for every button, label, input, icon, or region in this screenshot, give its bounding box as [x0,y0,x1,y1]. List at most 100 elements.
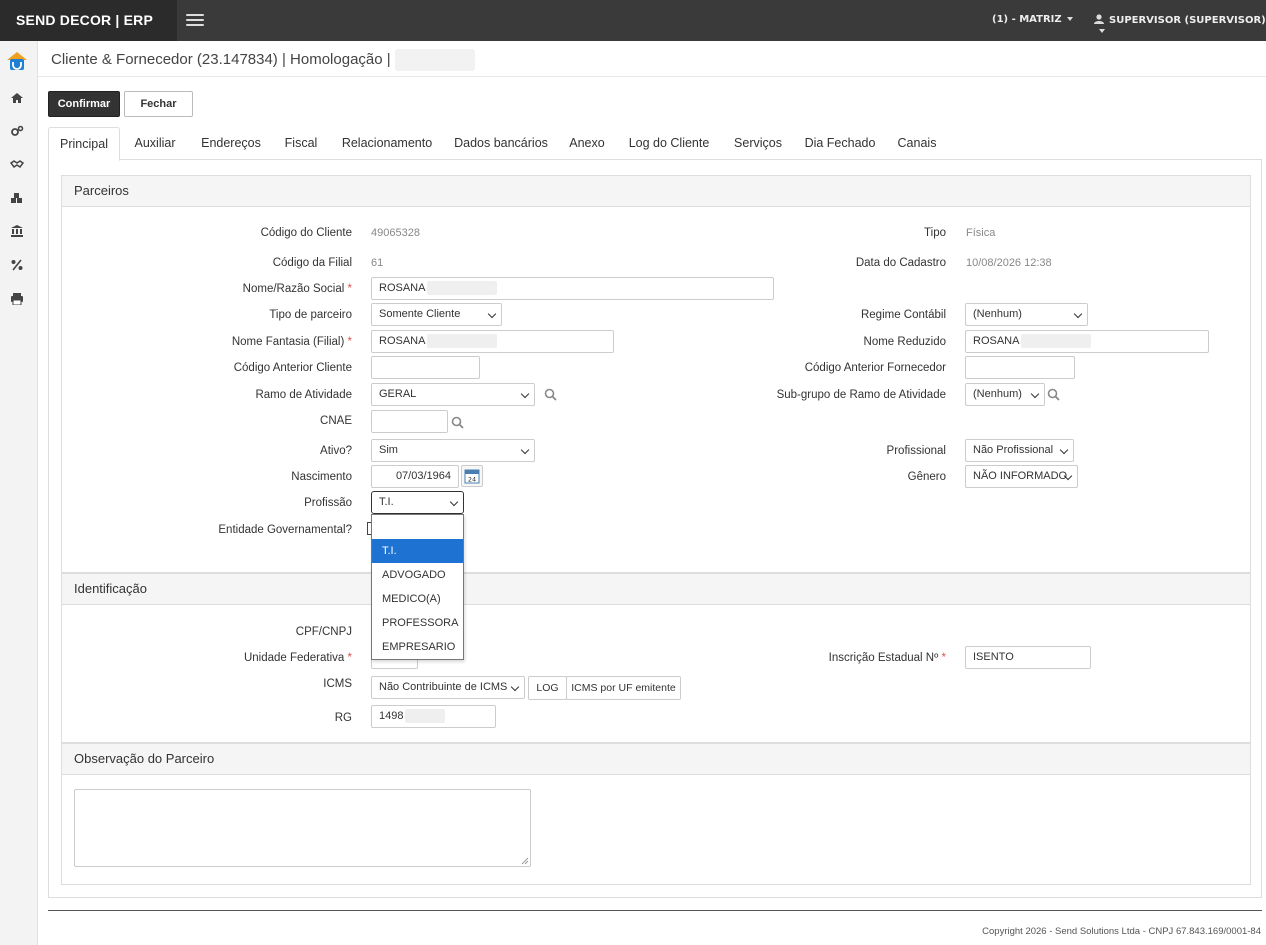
nome-reduzido-input[interactable]: ROSANA [965,330,1209,353]
profissao-label: Profissão [304,497,352,509]
cnae-input[interactable] [371,410,448,433]
codigo-cliente-value: 49065328 [371,227,420,239]
tab-principal[interactable]: Principal [48,127,120,161]
inscricao-estadual-input[interactable]: ISENTO [965,646,1091,669]
tipo-parceiro-select[interactable]: Somente Cliente [371,303,502,326]
footer-divider [48,910,1262,911]
tab-auxiliar[interactable]: Auxiliar [126,127,184,160]
tipo-label: Tipo [924,227,946,239]
tab-dia-fechado[interactable]: Dia Fechado [800,127,880,160]
search-icon[interactable] [451,416,464,429]
user-icon [1094,14,1104,24]
tab-bar: Principal Auxiliar Endereços Fiscal Rela… [48,127,1262,161]
resize-handle-icon[interactable] [521,857,529,865]
panel-heading: Identificação [62,574,1250,605]
panel-heading: Observação do Parceiro [62,744,1250,775]
rg-label: RG [334,712,352,724]
profissional-select[interactable]: Não Profissional [965,439,1074,462]
tipo-value: Física [966,227,996,239]
cubes-icon[interactable] [10,192,24,204]
unidade-federativa-label: Unidade Federativa * [243,652,352,664]
tab-servicos[interactable]: Serviços [730,127,786,160]
close-button[interactable]: Fechar [124,91,193,117]
ramo-atividade-select[interactable]: GERAL [371,383,535,406]
tab-dados-bancarios[interactable]: Dados bancários [451,127,551,160]
cpf-cnpj-label: CPF/CNPJ [295,626,352,638]
handshake-icon[interactable] [10,158,24,170]
percent-icon[interactable] [10,259,24,271]
page-title: Cliente & Fornecedor (23.147834) | Homol… [51,49,475,71]
codigo-anterior-cliente-label: Código Anterior Cliente [233,362,352,374]
cnae-label: CNAE [320,415,352,427]
gears-icon[interactable] [10,125,24,137]
redacted-area [1021,334,1092,349]
log-button[interactable]: LOG [528,676,567,700]
codigo-anterior-cliente-input[interactable] [371,356,480,379]
bank-icon[interactable] [10,225,24,237]
tab-enderecos[interactable]: Endereços [196,127,266,160]
icms-select[interactable]: Não Contribuinte de ICMS [371,676,525,699]
profissao-option-empresario[interactable]: EMPRESARIO [372,635,463,659]
inscricao-estadual-label: Inscrição Estadual Nº * [828,652,946,664]
subgrupo-ramo-select[interactable]: (Nenhum) [965,383,1045,406]
tipo-parceiro-label: Tipo de parceiro [269,309,352,321]
caret-down-icon [1066,17,1073,21]
nome-label: Nome/Razão Social * [242,283,352,295]
app-brand[interactable]: SEND DECOR | ERP [0,0,177,41]
printer-icon[interactable] [10,293,24,305]
regime-contabil-select[interactable]: (Nenhum) [965,303,1088,326]
ramo-atividade-label: Ramo de Atividade [255,389,352,401]
calendar-icon[interactable]: 24 [461,465,483,487]
profissao-select[interactable]: T.I. [371,491,464,514]
codigo-filial-label: Código da Filial [272,257,352,269]
data-cadastro-label: Data do Cadastro [855,257,946,269]
search-icon[interactable] [1047,388,1060,401]
sidebar [0,41,38,945]
user-menu[interactable]: SUPERVISOR (SUPERVISOR) [1094,14,1266,37]
profissao-option-advogado[interactable]: ADVOGADO [372,563,463,587]
codigo-filial-value: 61 [371,257,384,269]
calendar-glyph: 24 [464,469,480,484]
rg-input[interactable]: 1498 [371,705,496,728]
panel-heading: Parceiros [62,176,1250,207]
profissao-option-empty[interactable] [372,515,463,539]
codigo-anterior-fornecedor-input[interactable] [965,356,1075,379]
tab-log-cliente[interactable]: Log do Cliente [624,127,714,160]
nascimento-input[interactable]: 07/03/1964 [371,465,459,488]
codigo-anterior-fornecedor-label: Código Anterior Fornecedor [804,362,946,374]
tab-anexo[interactable]: Anexo [564,127,610,160]
entidade-governamental-label: Entidade Governamental? [218,524,352,536]
profissao-option-medico[interactable]: MEDICO(A) [372,587,463,611]
user-label: SUPERVISOR (SUPERVISOR) [1109,15,1266,26]
hamburger-menu-icon[interactable] [186,14,204,27]
profissao-option-professora[interactable]: PROFESSORA [372,611,463,635]
nome-fantasia-label: Nome Fantasia (Filial) * [231,336,352,348]
tab-canais[interactable]: Canais [893,127,941,160]
nome-input[interactable]: ROSANA [371,277,774,300]
codigo-cliente-label: Código do Cliente [260,227,352,239]
subgrupo-ramo-label: Sub-grupo de Ramo de Atividade [776,389,946,401]
redacted-area [405,709,446,724]
profissao-option-ti[interactable]: T.I. [372,539,463,563]
header-divider [38,76,1266,77]
genero-select[interactable]: NÃO INFORMADO [965,465,1078,488]
branch-label: (1) - MATRIZ [992,14,1062,25]
confirm-button[interactable]: Confirmar [48,91,120,117]
branch-selector[interactable]: (1) - MATRIZ [992,14,1073,25]
home-icon[interactable] [10,92,24,104]
nascimento-label: Nascimento [291,471,352,483]
app-logo-icon[interactable] [6,50,28,72]
tab-fiscal[interactable]: Fiscal [278,127,324,160]
redacted-area [394,49,475,71]
observacao-textarea[interactable] [74,789,531,867]
footer-copyright: Copyright 2026 - Send Solutions Ltda - C… [982,926,1261,937]
top-navbar: SEND DECOR | ERP (1) - MATRIZ SUPERVISOR… [0,0,1266,41]
icms-por-uf-button[interactable]: ICMS por UF emitente [566,676,681,700]
svg-text:24: 24 [468,476,476,484]
ativo-select[interactable]: Sim [371,439,535,462]
search-icon[interactable] [544,388,557,401]
tab-relacionamento[interactable]: Relacionamento [338,127,436,160]
nome-fantasia-input[interactable]: ROSANA [371,330,614,353]
redacted-area [427,334,498,349]
ativo-label: Ativo? [320,445,352,457]
